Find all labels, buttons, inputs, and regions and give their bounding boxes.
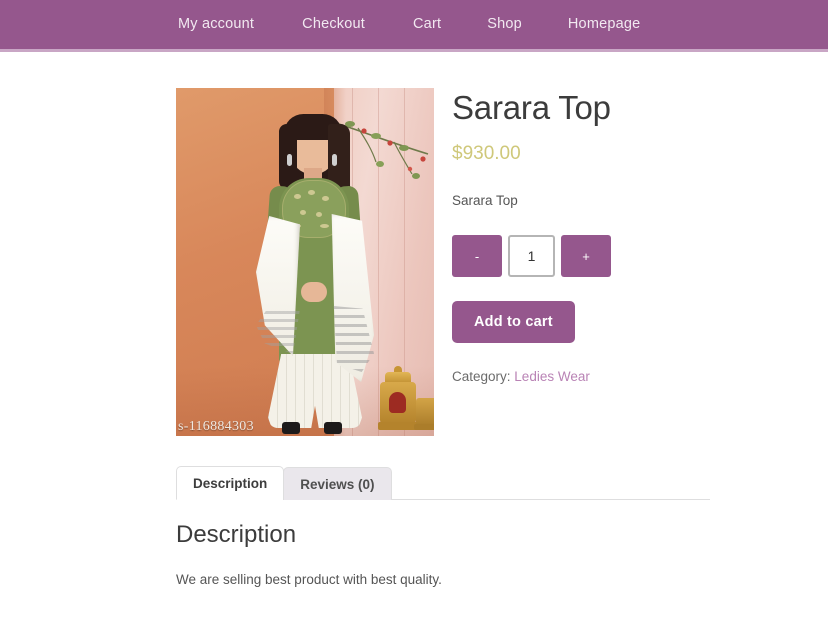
tab-list: Description Reviews (0)	[176, 462, 710, 500]
product-title: Sarara Top	[452, 89, 611, 126]
product-price: $930.00	[452, 142, 521, 164]
quantity-stepper: - +	[452, 235, 812, 278]
page-content: s-116884303 Sarara Top $930.00 Sarara To…	[0, 52, 828, 591]
main-navigation: My account Checkout Cart Shop Homepage	[0, 0, 828, 52]
product-image-gallery[interactable]: s-116884303	[176, 88, 434, 436]
quantity-increase-button[interactable]: +	[561, 235, 611, 278]
product-photo	[176, 88, 434, 436]
nav-item-checkout[interactable]: Checkout	[302, 11, 365, 38]
quantity-input[interactable]	[508, 235, 555, 278]
description-body: We are selling best product with best qu…	[176, 572, 442, 588]
nav-item-cart[interactable]: Cart	[413, 11, 441, 38]
product-tabs-section: Description Reviews (0) Description We a…	[176, 462, 710, 591]
description-heading: Description	[176, 521, 297, 548]
nav-item-homepage[interactable]: Homepage	[568, 11, 641, 38]
nav-item-shop[interactable]: Shop	[487, 11, 522, 38]
category-label: Category:	[452, 369, 511, 385]
image-watermark: s-116884303	[178, 419, 254, 434]
tab-panel-description: Description We are selling best product …	[176, 500, 710, 591]
add-to-cart-button[interactable]: Add to cart	[452, 301, 575, 344]
lantern-prop-secondary	[414, 388, 434, 432]
product-summary-section: s-116884303 Sarara Top $930.00 Sarara To…	[0, 52, 828, 436]
tab-description[interactable]: Description	[176, 465, 285, 500]
product-short-description: Sarara Top	[452, 192, 518, 208]
quantity-decrease-button[interactable]: -	[452, 235, 502, 278]
product-details: Sarara Top $930.00 Sarara Top - + Add to…	[452, 88, 812, 384]
model-figure	[246, 106, 381, 436]
tab-reviews[interactable]: Reviews (0)	[283, 466, 392, 500]
product-meta-category: Category: Ledies Wear	[452, 369, 812, 384]
category-link[interactable]: Ledies Wear	[514, 369, 590, 384]
nav-item-my-account[interactable]: My account	[178, 11, 254, 38]
